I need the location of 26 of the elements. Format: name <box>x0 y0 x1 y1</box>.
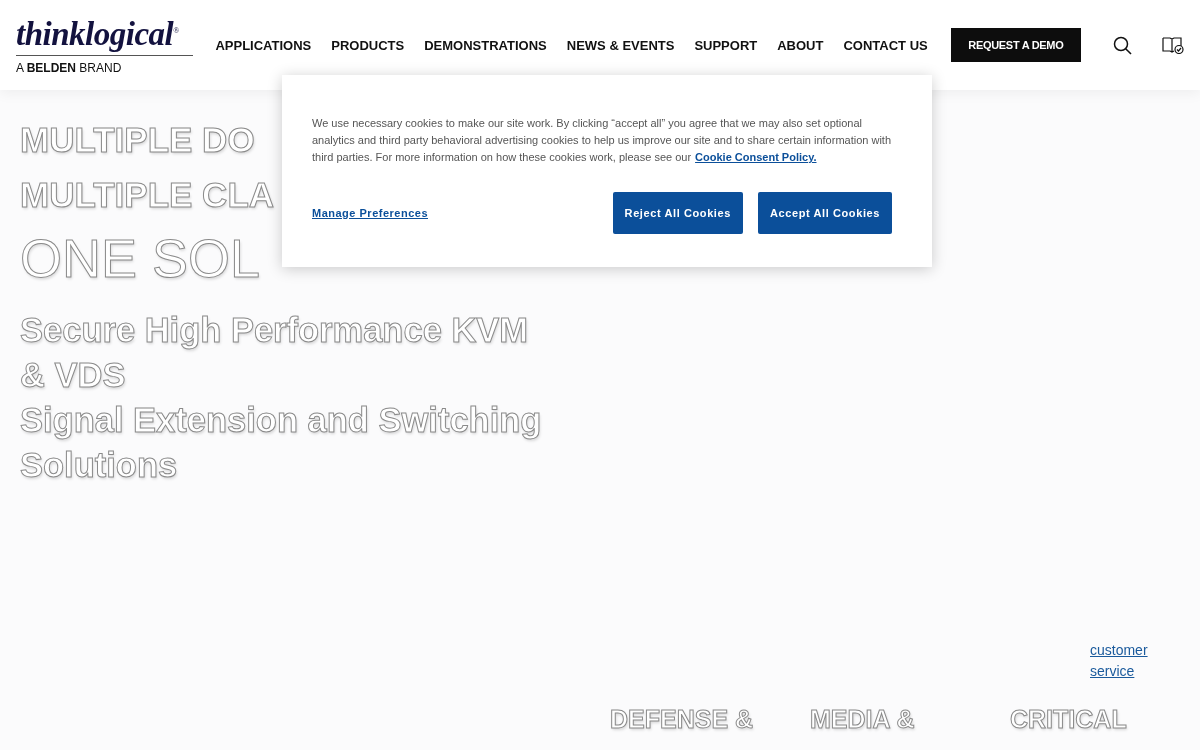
hero-heading: MULTIPLE CLA <box>20 174 275 216</box>
reject-cookies-button[interactable]: Reject All Cookies <box>612 192 743 234</box>
market-heading: DEFENSE & <box>610 704 755 734</box>
hero-subtitle: Secure High Performance KVM & VDS <box>20 310 530 396</box>
nav-link[interactable]: ABOUT <box>777 37 824 53</box>
book-check-icon[interactable] <box>1162 36 1184 54</box>
nav-link[interactable]: SUPPORT <box>694 37 758 53</box>
brand-tagline: A BELDEN BRAND <box>16 60 123 75</box>
hero-subtitle: Signal Extension and Switching Solutions <box>20 400 543 486</box>
cookie-message: We use necessary cookies to make our site work. By clicking “accept all” you agree that we may also set optional analytics and third party behavioral advertising cookies to help us improve our site and to share certain information with third parties. For more information on how these cookies work, please see our Cookie Consent Policy. <box>312 116 892 165</box>
nav-link[interactable]: APPLICATIONS <box>215 37 312 53</box>
cookie-policy-link[interactable]: Cookie Consent Policy. <box>695 151 817 163</box>
nav-link[interactable]: NEWS & EVENTS <box>566 37 675 53</box>
manage-preferences-link[interactable]: Manage Preferences <box>312 207 428 219</box>
nav-link[interactable]: DEMONSTRATIONS <box>424 37 547 53</box>
accept-cookies-button[interactable]: Accept All Cookies <box>757 192 892 234</box>
search-icon[interactable] <box>1113 35 1132 55</box>
nav-link[interactable]: CONTACT US <box>843 37 928 53</box>
market-heading: MEDIA & <box>810 704 917 734</box>
hero-heading: ONE SOL <box>20 227 261 290</box>
logo[interactable]: thinklogical$^{®}$ <box>16 15 194 56</box>
request-demo-button[interactable]: REQUEST A DEMO <box>950 28 1081 62</box>
nav-link[interactable]: PRODUCTS <box>331 37 405 53</box>
hero-heading: MULTIPLE DO <box>20 119 255 161</box>
market-heading: CRITICAL <box>1010 704 1129 734</box>
customer-service-link[interactable]: customer service <box>1090 640 1160 682</box>
